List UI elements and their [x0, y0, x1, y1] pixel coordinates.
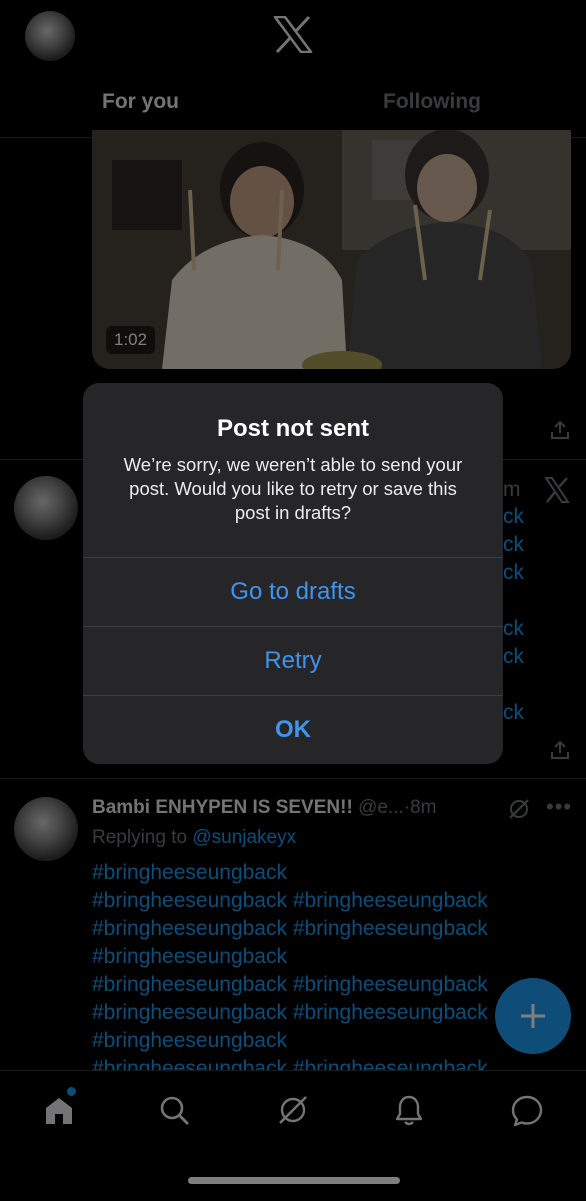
post-not-sent-dialog: Post not sent We’re sorry, we weren’t ab…	[83, 383, 503, 764]
go-to-drafts-button[interactable]: Go to drafts	[83, 558, 503, 626]
dialog-title: Post not sent	[216, 415, 369, 442]
dialog-message: We’re sorry, we weren’t able to send you…	[123, 454, 463, 523]
retry-button[interactable]: Retry	[83, 627, 503, 695]
ok-button[interactable]: OK	[83, 696, 503, 764]
